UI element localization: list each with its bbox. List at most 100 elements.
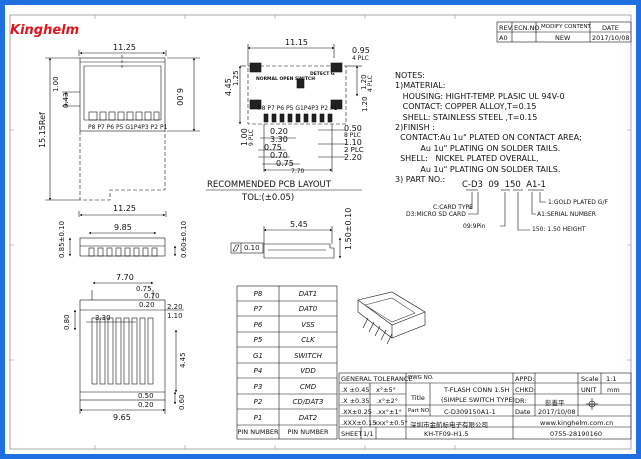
- pin-signal-cd-dat3: CD/DAT3: [292, 398, 324, 406]
- pcb-detect-label: DETECT G: [310, 72, 335, 77]
- general-tolerance-label: GENERAL TOLERANCE: [341, 375, 413, 383]
- part-number-code: C-D3 09 150 A1-1: [462, 180, 546, 190]
- sheet-label: SHEET: [341, 430, 363, 438]
- side-view-outline: [230, 226, 342, 259]
- tol-row-3-b: .xx°±1°: [376, 408, 402, 416]
- notes-line-8: SHELL: NICKEL PLATED OVERALL,: [395, 154, 539, 164]
- dim-bot-d2: 0.70: [144, 292, 160, 300]
- pin-signal-vss: VSS: [301, 321, 315, 329]
- title-label: Title: [411, 394, 425, 402]
- phone: 0755-28190160: [550, 430, 602, 438]
- dr-name: 彭善平: [545, 399, 565, 407]
- pin-signal-clk: CLK: [301, 336, 315, 344]
- notes-line-1: 1)MATERIAL:: [395, 81, 446, 91]
- pin-number-p8: P8: [253, 290, 263, 298]
- part-legend-gold: 1:GOLD PLATED G/F: [548, 199, 608, 206]
- pin-number-p3: P3: [253, 383, 263, 391]
- dim-ref: 15.15Ref: [38, 112, 47, 148]
- dim-front-h1: 0.85±0.10: [58, 220, 66, 258]
- rev-date: 2017/10/08: [592, 34, 630, 42]
- part-no-label: Part NO.: [408, 408, 431, 414]
- pin-number-p6: P6: [253, 321, 263, 329]
- pcb-pin-labels: P8 P7 P6 P5 G1P4P3 P2 P1: [258, 105, 338, 112]
- pin-number-p7: P7: [253, 305, 263, 313]
- notes-line-4: SHELL: STAINLESS STEEL ,T=0.15: [395, 112, 538, 122]
- dim-bot-w1: 7.70: [116, 273, 134, 282]
- dim-top-d1: 1.00: [52, 76, 60, 92]
- pcb-b6: 7.70: [291, 168, 305, 175]
- notes-line-9: Au 1u" PLATING ON SOLDER TAILS.: [395, 164, 561, 174]
- dim-top-height: 6.00: [175, 88, 184, 106]
- pin-signal-dat1: DAT1: [298, 290, 318, 298]
- side-height: 1.50±0.10: [344, 207, 353, 250]
- notes-line-3: CONTACT: COPPER ALLOY,T=0.15: [395, 102, 537, 112]
- part-legend-micro-sd: D3:MICRO SD CARD: [406, 211, 466, 218]
- pcb-l1-plc: 9 PLC: [248, 129, 255, 146]
- part-no-value: C-D309150A1-1: [444, 408, 496, 416]
- date-label: Date: [515, 408, 531, 416]
- drawing-number: KH-TF09-H1.5: [424, 430, 469, 438]
- dr-label: DR:: [515, 397, 527, 405]
- dim-bot-d5: 1.10: [167, 312, 183, 320]
- dim-bot-d9: 0.50: [138, 392, 154, 400]
- dim-front-h2: 0.60±0.10: [180, 220, 188, 258]
- dim-front-w1: 11.25: [113, 204, 136, 213]
- pin-number-p5: P5: [253, 336, 263, 344]
- tol-row-2-b: .x°±2°: [376, 397, 398, 405]
- dim-bot-w2: 9.65: [113, 413, 131, 422]
- pin-number-g1: G1: [253, 352, 263, 360]
- part-legend-serial: A1:SERIAL NUMBER: [537, 211, 596, 218]
- pcb-c4: 2.20: [344, 153, 362, 162]
- chkd-label: CHKD:: [515, 386, 536, 394]
- rev-header-rev: REV.: [499, 24, 514, 32]
- dim-bot-d3: 0.20: [139, 301, 155, 309]
- notes-line-7: Au 1u" PLATING ON SOLDER TAILS.: [395, 143, 561, 153]
- notes-block: NOTES: 1)MATERIAL: HOUSING: HIGHT-TEMP. …: [395, 71, 582, 185]
- date-value: 2017/10/08: [538, 408, 576, 416]
- rev-header-date: DATE: [602, 24, 619, 32]
- appd-label: APPD:: [515, 375, 535, 383]
- pcb-h2: 1.25: [232, 70, 240, 86]
- part-legend-height: 150: 1.50 HEIGHT: [532, 226, 586, 233]
- unit-label: UNIT: [581, 386, 597, 394]
- front-view-outline: [68, 211, 177, 257]
- dim-bot-d4: 2.20: [167, 303, 183, 311]
- company-name: 深圳市金航标电子有限公司: [410, 421, 488, 429]
- isometric-view: [357, 291, 426, 345]
- notes-line-10: 3) PART NO.:: [395, 175, 446, 185]
- title-line-2: (SIMPLE SWITCH TYPE): [441, 396, 515, 404]
- notes-line-5: 2)FINISH :: [395, 123, 435, 133]
- pin-signal-dat2: DAT2: [298, 414, 318, 422]
- pin-signal-cmd: CMD: [299, 383, 317, 391]
- tol-row-1-b: x°±5°: [376, 386, 396, 394]
- rev-content: NEW: [555, 34, 571, 42]
- pcb-width: 11.15: [285, 38, 308, 47]
- pin-name-header: PIN NUMBER: [287, 428, 329, 436]
- pin-number-p4: P4: [253, 367, 263, 375]
- tol-row-2-a: .X ±0.35: [341, 397, 370, 405]
- dim-front-w2: 9.85: [114, 223, 132, 232]
- dim-top-d2: 0.43: [62, 92, 70, 108]
- side-width: 5.45: [290, 220, 308, 229]
- pin-number-p1: P1: [253, 414, 263, 422]
- pcb-r1-plc: 4 PLC: [367, 75, 374, 92]
- tol-row-1-a: .X ±0.45: [341, 386, 370, 394]
- dim-bot-d8: 4.45: [179, 352, 187, 368]
- pcb-r2: 1.20: [361, 96, 369, 112]
- pcb-d1-plc: 4 PLC: [352, 55, 369, 62]
- dim-bot-d7: 0.80: [63, 314, 71, 330]
- dim-bot-d11: 0.60: [178, 394, 186, 410]
- dim-bot-d10: 0.20: [138, 401, 154, 409]
- unit-value: mm: [607, 386, 620, 394]
- notes-line-6: CONTACT:Au 1u" PLATED ON CONTACT AREA;: [395, 133, 582, 143]
- sheet-value: 1/1: [363, 430, 374, 438]
- pin-number-p2: P2: [253, 398, 263, 406]
- pcb-layout-title: RECOMMENDED PCB LAYOUT: [207, 180, 331, 190]
- scale-value: 1:1: [606, 375, 617, 383]
- rev-header-modify: MODIFY CONTENT: [541, 24, 591, 30]
- pin-signal-vdd: VDD: [300, 367, 316, 375]
- website: www.kinghelm.com.cn: [540, 419, 614, 427]
- notes-heading: NOTES:: [395, 71, 425, 80]
- pin-signal-dat0: DAT0: [298, 305, 318, 313]
- pin-signal-switch: SWITCH: [294, 352, 322, 360]
